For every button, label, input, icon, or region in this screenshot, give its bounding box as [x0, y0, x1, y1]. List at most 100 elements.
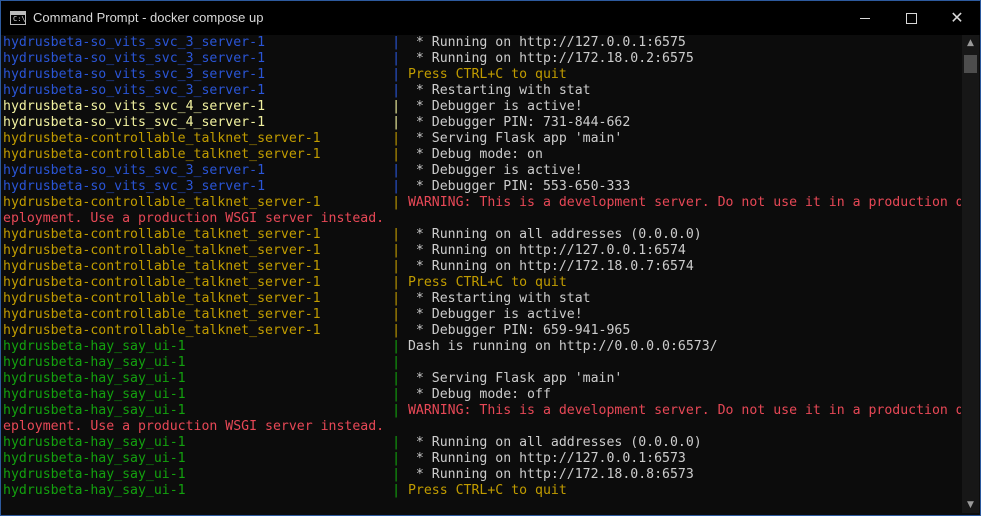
scroll-down-icon[interactable]: ▼: [962, 497, 979, 513]
service-name: hydrusbeta-hay_say_ui-1: [3, 483, 186, 498]
service-name: hydrusbeta-hay_say_ui-1: [3, 355, 186, 370]
padding: [321, 195, 392, 210]
separator: |: [392, 467, 401, 482]
log-message: * Running on http://172.18.0.8:6573: [407, 467, 694, 482]
console-line: hydrusbeta-controllable_talknet_server-1…: [3, 131, 622, 147]
console-line: hydrusbeta-so_vits_svc_3_server-1 | * Ru…: [3, 51, 694, 67]
padding: [186, 435, 392, 450]
padding: [265, 35, 392, 50]
service-name: hydrusbeta-so_vits_svc_4_server-1: [3, 115, 266, 130]
service-name: hydrusbeta-controllable_talknet_server-1: [3, 259, 321, 274]
service-name: hydrusbeta-so_vits_svc_3_server-1: [3, 179, 266, 194]
log-message: * Running on http://127.0.0.1:6573: [407, 451, 686, 466]
log-message: * Debugger PIN: 659-941-965: [407, 323, 631, 338]
log-message: * Debugger is active!: [407, 163, 583, 178]
service-name: hydrusbeta-hay_say_ui-1: [3, 339, 186, 354]
separator: |: [392, 291, 401, 306]
vertical-scrollbar[interactable]: ▲ ▼: [962, 35, 979, 513]
padding: [321, 243, 392, 258]
service-name: hydrusbeta-controllable_talknet_server-1: [3, 307, 321, 322]
service-name: hydrusbeta-controllable_talknet_server-1: [3, 147, 321, 162]
console-line: hydrusbeta-controllable_talknet_server-1…: [3, 275, 567, 291]
maximize-button[interactable]: [888, 1, 934, 35]
separator: |: [392, 35, 401, 50]
console-line: hydrusbeta-so_vits_svc_3_server-1 | * Re…: [3, 83, 591, 99]
cmd-icon[interactable]: C:\: [10, 11, 26, 25]
console-line: hydrusbeta-controllable_talknet_server-1…: [3, 227, 702, 243]
console-line: hydrusbeta-so_vits_svc_4_server-1 | * De…: [3, 115, 630, 131]
padding: [265, 51, 392, 66]
separator: |: [392, 67, 401, 82]
padding: [321, 291, 392, 306]
scrollbar-thumb[interactable]: [964, 55, 977, 73]
console-line: hydrusbeta-hay_say_ui-1 | * Serving Flas…: [3, 371, 622, 387]
console-line: hydrusbeta-hay_say_ui-1 | * Running on h…: [3, 451, 686, 467]
log-message: * Running on all addresses (0.0.0.0): [407, 227, 702, 242]
service-name: hydrusbeta-so_vits_svc_3_server-1: [3, 35, 266, 50]
console-line: hydrusbeta-controllable_talknet_server-1…: [3, 195, 961, 211]
console-line: hydrusbeta-so_vits_svc_3_server-1 | * De…: [3, 163, 583, 179]
log-message: * Debugger PIN: 553-650-333: [407, 179, 631, 194]
service-name: hydrusbeta-controllable_talknet_server-1: [3, 131, 321, 146]
separator: |: [392, 403, 401, 418]
service-name: hydrusbeta-controllable_talknet_server-1: [3, 323, 321, 338]
padding: [321, 147, 392, 162]
padding: [186, 483, 392, 498]
console-line: hydrusbeta-controllable_talknet_server-1…: [3, 323, 630, 339]
title-bar[interactable]: C:\ Command Prompt - docker compose up ✕: [1, 1, 980, 35]
console-line: hydrusbeta-so_vits_svc_3_server-1 | * De…: [3, 179, 630, 195]
service-name: hydrusbeta-controllable_talknet_server-1: [3, 291, 321, 306]
padding: [186, 371, 392, 386]
console-line: hydrusbeta-controllable_talknet_server-1…: [3, 259, 694, 275]
separator: |: [392, 323, 401, 338]
console-line: hydrusbeta-so_vits_svc_3_server-1 | * Ru…: [3, 35, 686, 51]
console-line: hydrusbeta-so_vits_svc_3_server-1 | Pres…: [3, 67, 567, 83]
padding: [186, 403, 392, 418]
separator: |: [392, 435, 401, 450]
console-line: hydrusbeta-hay_say_ui-1 | * Running on a…: [3, 435, 702, 451]
log-message: Press CTRL+C to quit: [407, 275, 567, 290]
separator: |: [392, 339, 401, 354]
separator: |: [392, 243, 401, 258]
console-output[interactable]: hydrusbeta-so_vits_svc_3_server-1 | * Ru…: [3, 35, 961, 513]
console-line: hydrusbeta-hay_say_ui-1 | * Debug mode: …: [3, 387, 551, 403]
console-line: hydrusbeta-controllable_talknet_server-1…: [3, 307, 583, 323]
separator: |: [392, 51, 401, 66]
maximize-icon: [905, 13, 917, 24]
console-line: hydrusbeta-hay_say_ui-1 | Press CTRL+C t…: [3, 483, 567, 499]
console-line: hydrusbeta-hay_say_ui-1 | * Running on h…: [3, 467, 694, 483]
console-line: hydrusbeta-controllable_talknet_server-1…: [3, 243, 686, 259]
separator: |: [392, 227, 401, 242]
service-name: hydrusbeta-so_vits_svc_3_server-1: [3, 51, 266, 66]
log-message: * Running on all addresses (0.0.0.0): [407, 435, 702, 450]
minimize-button[interactable]: [842, 1, 888, 35]
separator: |: [392, 195, 401, 210]
log-message: * Serving Flask app 'main': [407, 371, 623, 386]
separator: |: [392, 115, 401, 130]
padding: [265, 163, 392, 178]
log-message: eployment. Use a production WSGI server …: [3, 419, 385, 434]
service-name: hydrusbeta-so_vits_svc_3_server-1: [3, 67, 266, 82]
minimize-icon: [860, 18, 870, 19]
scroll-up-icon[interactable]: ▲: [962, 35, 979, 51]
close-button[interactable]: ✕: [934, 1, 980, 35]
separator: |: [392, 307, 401, 322]
service-name: hydrusbeta-so_vits_svc_3_server-1: [3, 83, 266, 98]
console-line: eployment. Use a production WSGI server …: [3, 211, 384, 227]
separator: |: [392, 451, 401, 466]
separator: |: [392, 355, 401, 370]
padding: [265, 115, 392, 130]
